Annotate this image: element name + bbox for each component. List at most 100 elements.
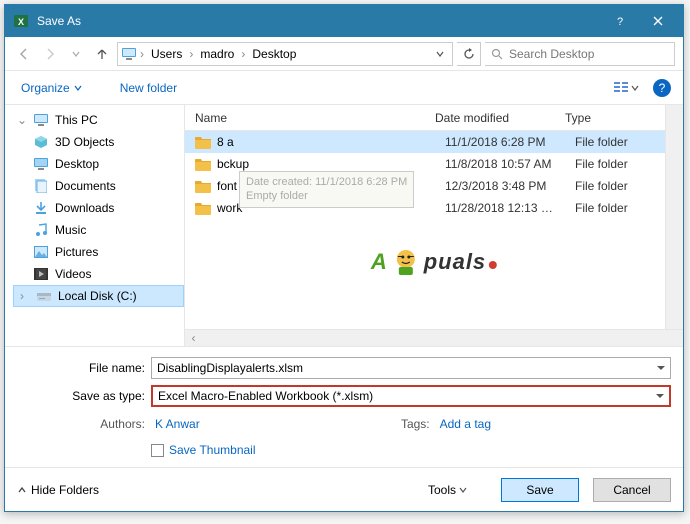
help-button[interactable]: ? xyxy=(601,5,639,37)
save-button[interactable]: Save xyxy=(501,478,579,502)
chevron-right-icon: › xyxy=(20,289,30,303)
chevron-down-icon: ⌄ xyxy=(17,113,27,127)
savetype-value: Excel Macro-Enabled Workbook (*.xlsm) xyxy=(158,389,373,403)
sidebar-label: Downloads xyxy=(55,201,114,215)
view-button[interactable] xyxy=(609,78,643,98)
chevron-right-icon: › xyxy=(138,47,146,61)
folder-icon xyxy=(195,156,211,172)
chevron-up-icon xyxy=(17,485,27,495)
filename-input[interactable]: DisablingDisplayalerts.xlsm xyxy=(151,357,671,379)
sidebar-label: Videos xyxy=(55,267,91,281)
up-button[interactable] xyxy=(91,43,113,65)
chevron-right-icon: › xyxy=(239,47,247,61)
address-bar[interactable]: › Users › madro › Desktop xyxy=(117,42,453,66)
tags-value[interactable]: Add a tag xyxy=(440,417,491,431)
checkbox-icon xyxy=(151,444,164,457)
breadcrumb-item[interactable]: Desktop xyxy=(247,43,301,65)
cube-icon xyxy=(33,134,49,150)
titlebar: X Save As ? xyxy=(5,5,683,37)
toolbar: Organize New folder ? xyxy=(5,71,683,105)
file-date: 11/1/2018 6:28 PM xyxy=(445,135,575,149)
refresh-button[interactable] xyxy=(457,42,481,66)
breadcrumb-item[interactable]: Users xyxy=(146,43,187,65)
tools-menu[interactable]: Tools xyxy=(428,483,467,497)
save-thumbnail-label: Save Thumbnail xyxy=(169,443,256,457)
sidebar-local-disk[interactable]: › Local Disk (C:) xyxy=(13,285,184,307)
sidebar-label: Documents xyxy=(55,179,116,193)
filename-label: File name: xyxy=(17,361,145,375)
window-title: Save As xyxy=(37,14,601,28)
watermark: Apuals xyxy=(371,245,497,281)
savetype-dropdown[interactable]: Excel Macro-Enabled Workbook (*.xlsm) xyxy=(151,385,671,407)
folder-icon xyxy=(195,134,211,150)
chevron-down-icon[interactable] xyxy=(430,50,450,58)
sidebar-music[interactable]: Music xyxy=(13,219,184,241)
sidebar: ⌄ This PC 3D Objects Desktop Documents D… xyxy=(5,105,185,346)
file-type: File folder xyxy=(575,157,628,171)
back-button[interactable] xyxy=(13,43,35,65)
search-input[interactable]: Search Desktop xyxy=(485,42,675,66)
hide-folders-label: Hide Folders xyxy=(31,483,99,497)
pc-icon xyxy=(33,112,49,128)
column-name[interactable]: Name xyxy=(185,111,435,125)
excel-icon: X xyxy=(13,13,29,29)
tooltip: Date created: 11/1/2018 6:28 PMEmpty fol… xyxy=(239,171,414,208)
file-row[interactable]: 8 a11/1/2018 6:28 PMFile folder xyxy=(185,131,666,153)
file-name: 8 a xyxy=(217,135,445,149)
search-icon xyxy=(491,48,503,60)
tags-label: Tags: xyxy=(401,417,430,431)
hide-folders-button[interactable]: Hide Folders xyxy=(17,483,99,497)
new-folder-button[interactable]: New folder xyxy=(120,81,177,95)
sidebar-label: Pictures xyxy=(55,245,98,259)
savetype-label: Save as type: xyxy=(17,389,145,403)
disk-icon xyxy=(36,288,52,304)
horizontal-scrollbar[interactable]: ‹ xyxy=(185,329,683,346)
close-button[interactable] xyxy=(639,5,677,37)
file-type: File folder xyxy=(575,135,628,149)
search-placeholder: Search Desktop xyxy=(509,47,594,61)
cancel-button[interactable]: Cancel xyxy=(593,478,671,502)
file-date: 11/8/2018 10:57 AM xyxy=(445,157,575,171)
breadcrumb-item[interactable]: madro xyxy=(195,43,239,65)
authors-label: Authors: xyxy=(17,417,145,431)
nav-bar: › Users › madro › Desktop Search Desktop xyxy=(5,37,683,71)
file-date: 12/3/2018 3:48 PM xyxy=(445,179,575,193)
desktop-icon xyxy=(33,156,49,172)
sidebar-desktop[interactable]: Desktop xyxy=(13,153,184,175)
file-type: File folder xyxy=(575,201,628,215)
organize-menu[interactable]: Organize xyxy=(17,81,86,95)
file-row[interactable]: font12/3/2018 3:48 PMFile folderDate cre… xyxy=(185,175,666,197)
sidebar-downloads[interactable]: Downloads xyxy=(13,197,184,219)
filename-value: DisablingDisplayalerts.xlsm xyxy=(157,361,303,375)
sidebar-this-pc[interactable]: ⌄ This PC xyxy=(13,109,184,131)
music-icon xyxy=(33,222,49,238)
sidebar-label: Music xyxy=(55,223,86,237)
sidebar-label: Local Disk (C:) xyxy=(58,289,137,303)
sidebar-label: Desktop xyxy=(55,157,99,171)
pictures-icon xyxy=(33,244,49,260)
column-type[interactable]: Type xyxy=(565,111,666,125)
sidebar-label: 3D Objects xyxy=(55,135,114,149)
downloads-icon xyxy=(33,200,49,216)
sidebar-videos[interactable]: Videos xyxy=(13,263,184,285)
save-thumbnail-checkbox[interactable]: Save Thumbnail xyxy=(151,443,256,457)
svg-text:?: ? xyxy=(617,16,623,26)
recent-button[interactable] xyxy=(65,43,87,65)
authors-value[interactable]: K Anwar xyxy=(155,417,200,431)
chevron-right-icon: › xyxy=(187,47,195,61)
column-date[interactable]: Date modified xyxy=(435,111,565,125)
file-date: 11/28/2018 12:13 … xyxy=(445,201,575,215)
file-type: File folder xyxy=(575,179,628,193)
sidebar-documents[interactable]: Documents xyxy=(13,175,184,197)
sidebar-pictures[interactable]: Pictures xyxy=(13,241,184,263)
folder-icon xyxy=(195,178,211,194)
pc-icon xyxy=(120,47,138,61)
file-name: bckup xyxy=(217,157,445,171)
help-icon[interactable]: ? xyxy=(653,79,671,97)
sidebar-3d-objects[interactable]: 3D Objects xyxy=(13,131,184,153)
file-list: Name Date modified Type 8 a11/1/2018 6:2… xyxy=(185,105,683,346)
folder-icon xyxy=(195,200,211,216)
forward-button[interactable] xyxy=(39,43,61,65)
svg-text:X: X xyxy=(18,17,24,27)
documents-icon xyxy=(33,178,49,194)
